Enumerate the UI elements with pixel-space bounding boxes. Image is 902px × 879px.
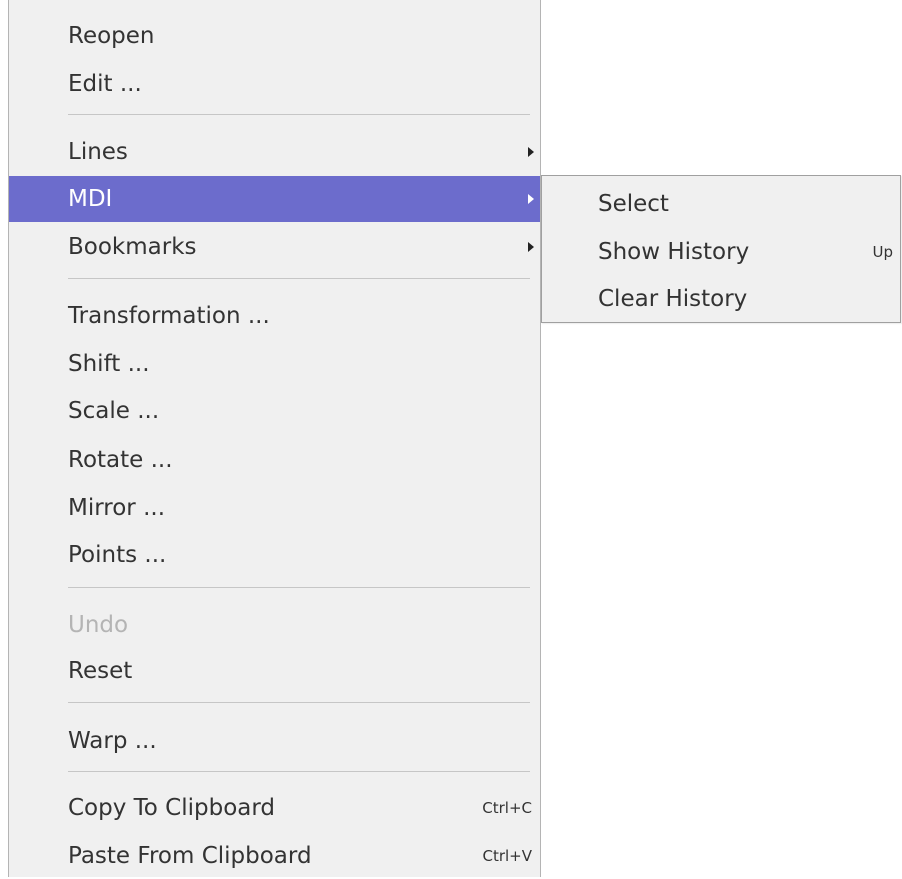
menu-item-label: Points ... xyxy=(68,542,167,568)
menu-item-label: Transformation ... xyxy=(68,303,270,329)
menu-item-warp[interactable]: Warp ... xyxy=(9,718,540,764)
menu-item-label: Select xyxy=(598,191,669,217)
menu-item-label: Mirror ... xyxy=(68,495,166,521)
menu-item-label: Copy To Clipboard xyxy=(68,795,276,821)
menu-separator xyxy=(68,278,530,279)
menu-item-label: Bookmarks xyxy=(68,234,197,260)
menu-item-rotate[interactable]: Rotate ... xyxy=(9,437,540,483)
menu-item-mirror[interactable]: Mirror ... xyxy=(9,485,540,531)
menu-item-label: Reset xyxy=(68,658,133,684)
menu-item-label: Shift ... xyxy=(68,351,150,377)
menu-item-label: Warp ... xyxy=(68,728,157,754)
menu-item-bookmarks[interactable]: Bookmarks xyxy=(9,224,540,270)
menu-separator xyxy=(68,702,530,703)
submenu-item-select[interactable]: Select xyxy=(542,181,900,227)
menu-item-shortcut: Ctrl+C xyxy=(482,799,532,817)
context-menu: Reopen Edit ... Lines MDI Bookmarks Tran… xyxy=(8,0,541,877)
menu-item-label: Lines xyxy=(68,139,128,165)
submenu-item-show-history[interactable]: Show History Up xyxy=(542,229,900,275)
menu-separator xyxy=(68,587,530,588)
menu-item-paste-from-clipboard[interactable]: Paste From Clipboard Ctrl+V xyxy=(9,833,540,879)
submenu-arrow-icon xyxy=(528,242,534,252)
menu-separator xyxy=(68,771,530,772)
menu-item-points[interactable]: Points ... xyxy=(9,532,540,578)
menu-item-label: Show History xyxy=(598,239,750,265)
submenu-item-clear-history[interactable]: Clear History xyxy=(542,276,900,322)
menu-item-shift[interactable]: Shift ... xyxy=(9,341,540,387)
menu-item-lines[interactable]: Lines xyxy=(9,129,540,175)
menu-item-copy-to-clipboard[interactable]: Copy To Clipboard Ctrl+C xyxy=(9,785,540,831)
menu-item-reopen[interactable]: Reopen xyxy=(9,13,540,59)
submenu-arrow-icon xyxy=(528,194,534,204)
menu-item-reset[interactable]: Reset xyxy=(9,648,540,694)
menu-item-label: Scale ... xyxy=(68,398,160,424)
submenu-arrow-icon xyxy=(528,147,534,157)
menu-item-label: Paste From Clipboard xyxy=(68,843,312,869)
menu-item-transformation[interactable]: Transformation ... xyxy=(9,293,540,339)
menu-separator xyxy=(68,114,530,115)
menu-item-label: MDI xyxy=(68,186,113,212)
mdi-submenu: Select Show History Up Clear History xyxy=(541,175,901,323)
menu-item-shortcut: Ctrl+V xyxy=(482,847,532,865)
menu-item-shortcut: Up xyxy=(872,243,893,261)
menu-item-scale[interactable]: Scale ... xyxy=(9,388,540,434)
menu-item-edit[interactable]: Edit ... xyxy=(9,61,540,107)
menu-item-undo: Undo xyxy=(9,602,540,648)
menu-item-mdi[interactable]: MDI xyxy=(9,176,540,222)
menu-item-label: Clear History xyxy=(598,286,748,312)
menu-item-label: Undo xyxy=(68,612,129,638)
menu-item-label: Rotate ... xyxy=(68,447,173,473)
menu-item-label: Edit ... xyxy=(68,71,142,97)
menu-item-label: Reopen xyxy=(68,23,155,49)
